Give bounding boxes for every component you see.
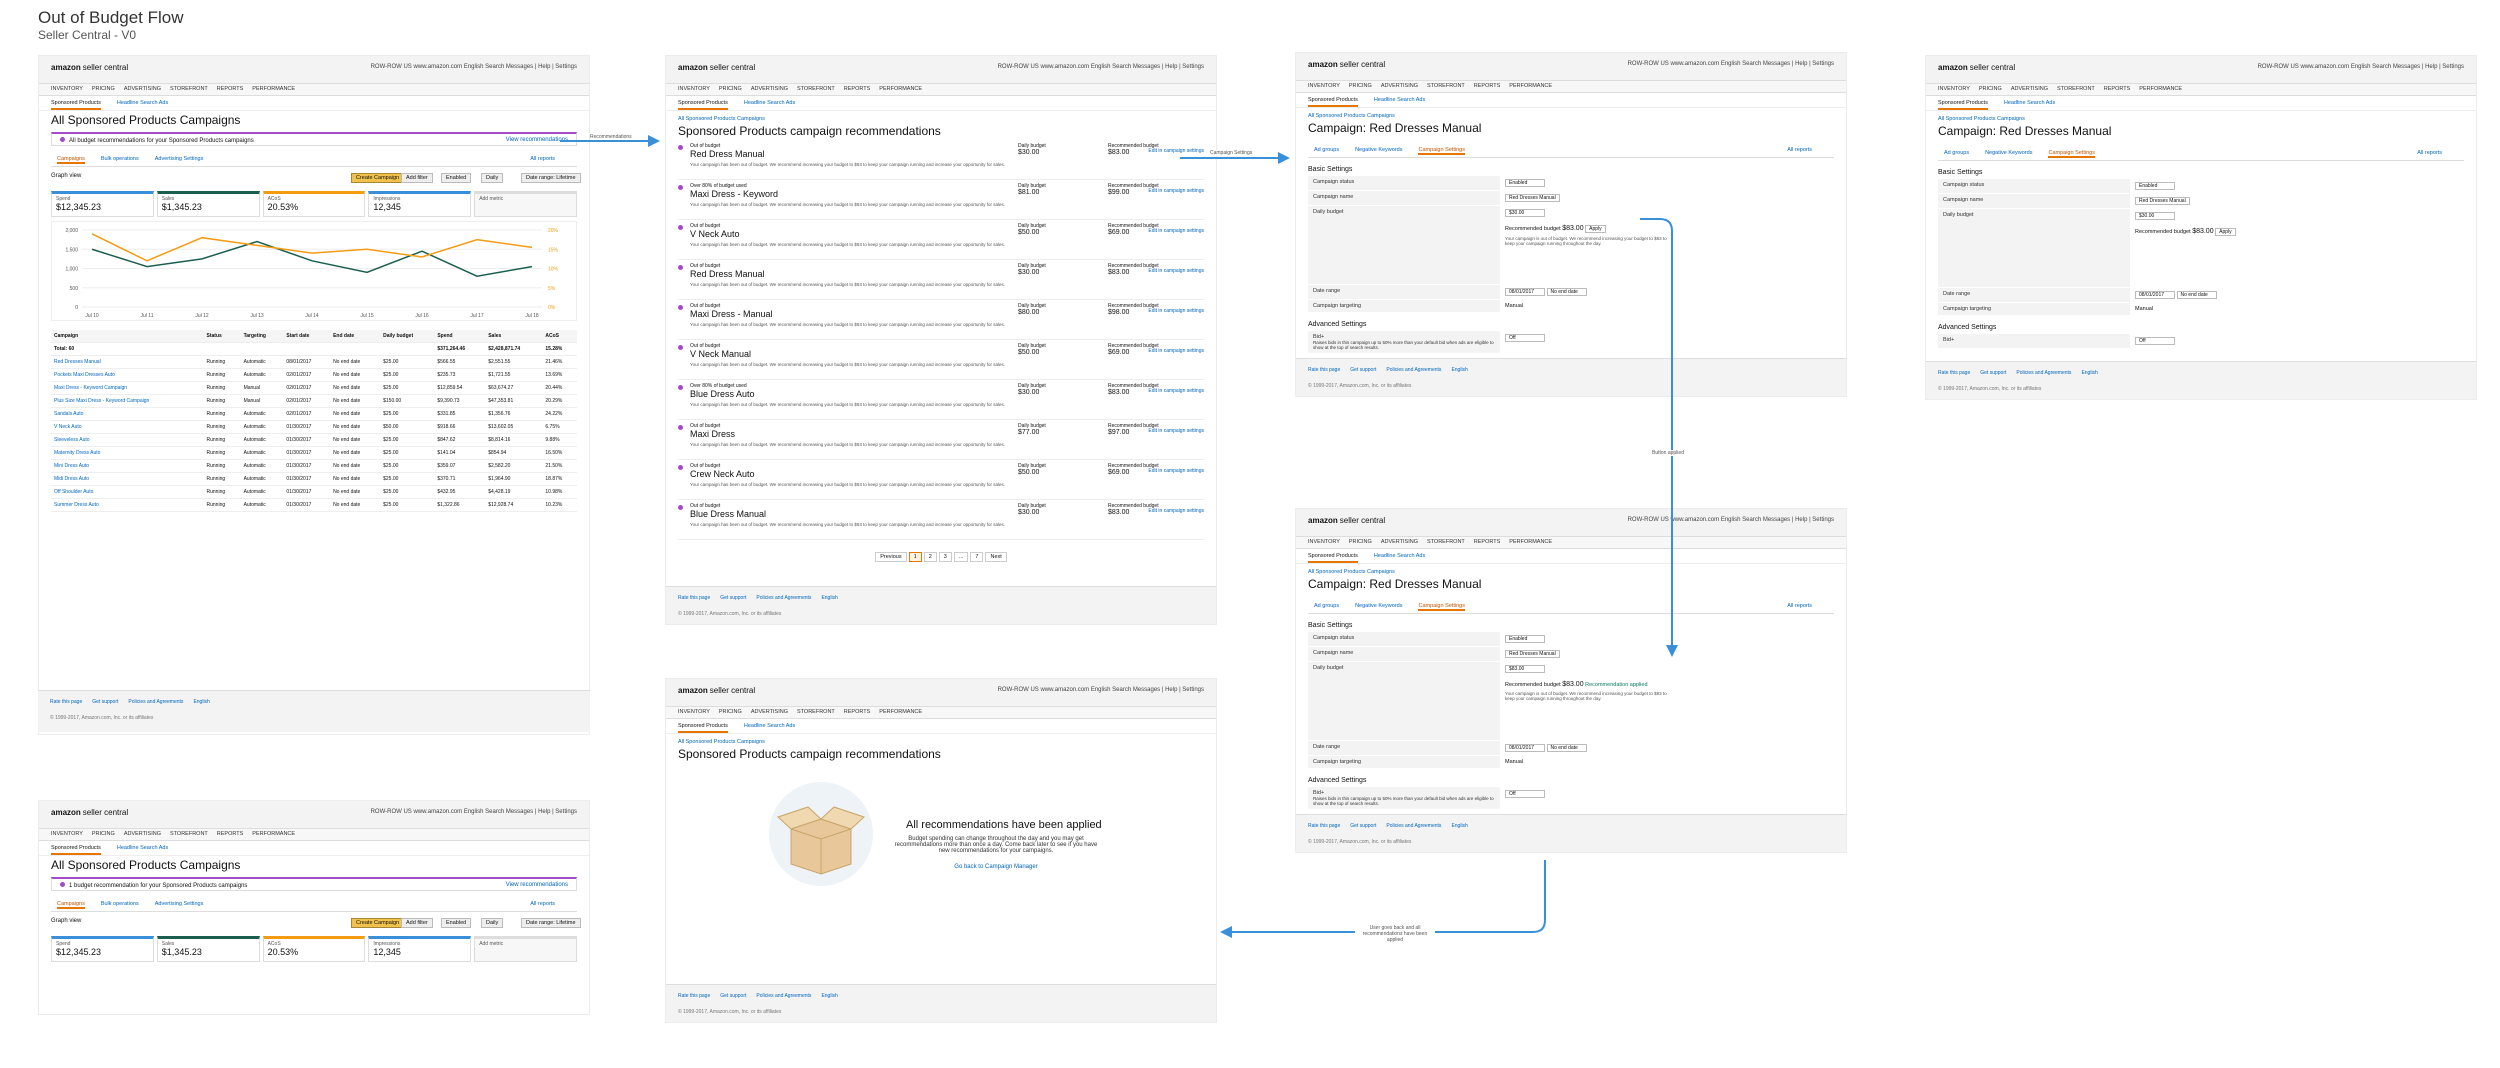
arrow-applied (1640, 218, 1678, 657)
flow-arrows (560, 135, 1678, 938)
arrow-back (1220, 860, 1546, 938)
